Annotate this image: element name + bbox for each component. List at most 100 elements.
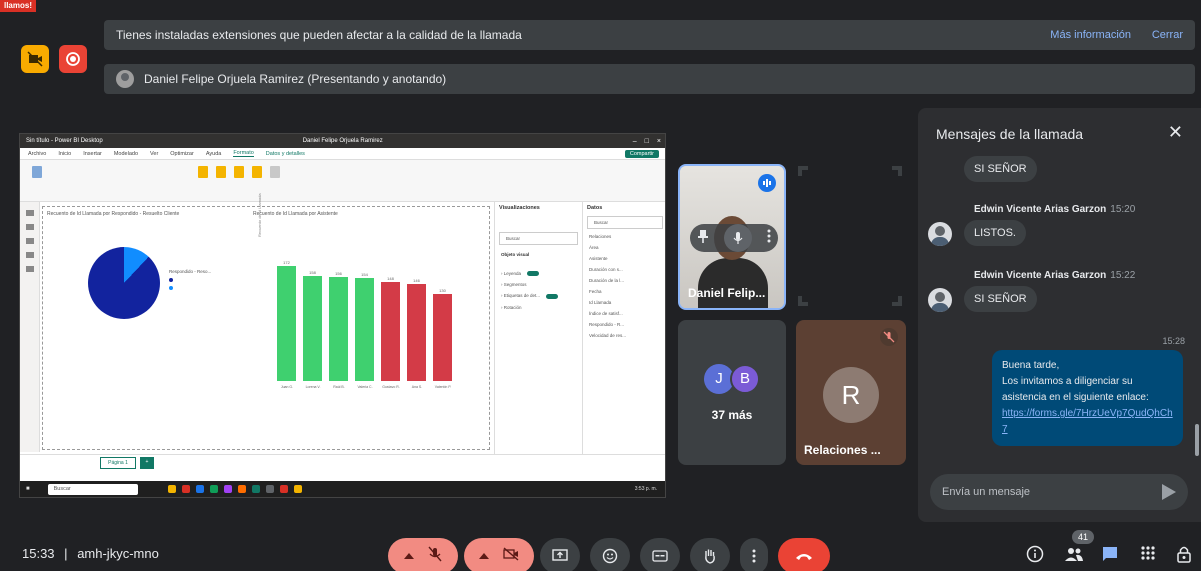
mic-options-chevron-icon[interactable] [404, 553, 414, 559]
pbi-tab[interactable]: Ayuda [206, 151, 222, 157]
captions-button[interactable] [640, 538, 680, 571]
presenter-label: Daniel Felipe Orjuela Ramirez (Presentan… [144, 72, 447, 86]
leave-call-button[interactable] [778, 538, 830, 571]
data-field[interactable]: Relaciones [583, 231, 665, 242]
page-tab[interactable]: Página 1 [100, 457, 136, 469]
chat-author: Edwin Vicente Arias Garzon 15:22 [974, 270, 1136, 281]
data-field[interactable]: Fecha [583, 286, 665, 297]
more-options-button[interactable] [740, 538, 768, 571]
chat-message: SI SEÑOR [964, 156, 1037, 182]
data-pane-title: Datos [587, 205, 603, 211]
data-field[interactable]: Índice de satisf... [583, 308, 665, 319]
more-info-link[interactable]: Más información [1050, 29, 1131, 41]
tile-frame-corner [892, 296, 902, 306]
meeting-details-icon[interactable] [1026, 545, 1044, 568]
pbi-tab[interactable]: Optimizar [170, 151, 194, 157]
bar-3[interactable]: 154 Valeria C. [355, 272, 374, 389]
viz-row[interactable]: › Etiquetas de det... [495, 290, 582, 301]
pbi-tab[interactable]: Datos y detalles [266, 151, 305, 157]
data-search[interactable]: Buscar [587, 216, 663, 229]
chat-message: LISTOS. [964, 220, 1026, 246]
people-icon[interactable] [1064, 545, 1084, 568]
mic-control-group [388, 538, 458, 571]
pbi-share-button[interactable]: Compartir [624, 149, 659, 158]
viz-search[interactable]: Buscar [499, 232, 578, 245]
pbi-tab[interactable]: Ver [150, 151, 158, 157]
send-icon[interactable] [1162, 484, 1176, 500]
pbi-tab-active[interactable]: Formato [233, 150, 254, 157]
chat-message-input[interactable]: Envía un mensaje [930, 474, 1188, 510]
bar-chart[interactable]: 172 Juan G. 158 Lorena V. 156 Raúl B. 154 Valer… [273, 225, 468, 389]
bar-2[interactable]: 156 Raúl B. [329, 271, 348, 389]
muted-mic-icon [880, 328, 898, 346]
pbi-left-nav [20, 202, 40, 452]
mute-participant-mic-icon[interactable] [723, 224, 752, 252]
tile-controls [690, 224, 778, 252]
pbi-tab[interactable]: Insertar [83, 151, 102, 157]
more-participants-label: 37 más [711, 408, 753, 422]
data-field[interactable]: Id Llamada [583, 297, 665, 308]
camera-options-chevron-icon[interactable] [479, 553, 489, 559]
pbi-ribbon-tabs: Archivo Inicio Insertar Modelado Ver Opt… [20, 148, 665, 160]
ribbon-icon [234, 166, 244, 178]
raise-hand-button[interactable] [690, 538, 730, 571]
viz-row[interactable]: › Rotación [495, 302, 582, 313]
participant-tile-relaciones[interactable]: R Relaciones ... [796, 320, 906, 465]
presenter-banner: Daniel Felipe Orjuela Ramirez (Presentan… [104, 64, 1195, 94]
data-field[interactable]: Duración con s... [583, 264, 665, 275]
recording-icon[interactable] [59, 45, 87, 73]
bar-1[interactable]: 158 Lorena V. [303, 270, 322, 389]
ribbon-icon [270, 166, 280, 178]
data-field[interactable]: Velocidad de res... [583, 330, 665, 341]
chat-close-icon[interactable]: ✕ [1168, 122, 1183, 143]
meeting-info: 15:33 | amh-jkyc-mno [22, 546, 159, 561]
more-options-icon[interactable] [767, 229, 771, 248]
shared-screen[interactable]: Sin título - Power BI Desktop Daniel Fel… [19, 133, 666, 498]
bar-5[interactable]: 146 Ana S. [407, 278, 426, 389]
pbi-tab[interactable]: Archivo [28, 151, 46, 157]
pin-icon[interactable] [697, 229, 709, 248]
chat-scrollbar[interactable] [1195, 424, 1199, 456]
bar-6[interactable]: 130 Valentín P. [433, 288, 452, 389]
present-screen-button[interactable] [540, 538, 580, 571]
pbi-tab[interactable]: Modelado [114, 151, 138, 157]
taskbar-search[interactable]: Buscar [47, 483, 138, 495]
bar-0[interactable]: 172 Juan G. [277, 260, 296, 389]
bar-4[interactable]: 148 Gustavo R. [381, 276, 400, 389]
speaking-indicator-icon [758, 174, 776, 192]
ribbon-icon [32, 166, 42, 178]
viz-row[interactable]: › Leyenda [495, 268, 582, 279]
ribbon-icon [198, 166, 208, 178]
chat-icon[interactable] [1101, 545, 1119, 568]
notice-close-button[interactable]: Cerrar [1152, 29, 1183, 41]
bar-value-label: 172 [283, 260, 290, 265]
pbi-tab[interactable]: Inicio [58, 151, 71, 157]
form-link[interactable]: https://forms.gle/7HrzUeVp7QudQhCh7 [1002, 408, 1173, 435]
pie-chart[interactable] [88, 247, 160, 319]
mic-off-icon[interactable] [428, 546, 442, 567]
taskbar-apps [167, 485, 302, 493]
bar-chart-title: Recuento de Id Llamada por Asistente [253, 211, 338, 217]
bar-category-label: Lorena V. [305, 385, 321, 389]
pbi-user: Daniel Felipe Orjuela Ramirez [302, 138, 383, 144]
data-field[interactable]: Respondido - R... [583, 319, 665, 330]
report-canvas[interactable]: Recuento de Id Llamada por Respondido - … [42, 193, 490, 450]
data-field[interactable]: Asistente [583, 253, 665, 264]
data-field[interactable]: Duración de la l... [583, 275, 665, 286]
video-person-body [698, 258, 768, 308]
activities-icon[interactable] [1140, 545, 1156, 566]
camera-off-button-icon[interactable] [503, 546, 519, 566]
pbi-window-title: Sin título - Power BI Desktop [26, 138, 103, 144]
participant-tile-daniel[interactable]: Daniel Felip... [678, 164, 786, 310]
viz-tab[interactable]: Objeto visual [495, 249, 582, 260]
bar-category-label: Valeria C. [357, 385, 373, 389]
emoji-reaction-button[interactable] [590, 538, 630, 571]
data-field[interactable]: Área [583, 242, 665, 253]
add-page-button[interactable]: + [140, 457, 154, 469]
windows-start-icon[interactable]: ■ [26, 486, 30, 492]
chat-panel: Mensajes de la llamada ✕ SI SEÑOR Edwin … [918, 108, 1201, 522]
camera-off-icon[interactable] [21, 45, 49, 73]
host-controls-icon[interactable] [1176, 545, 1192, 568]
more-participants-tile[interactable]: J B 37 más [678, 320, 786, 465]
viz-row[interactable]: › Segmentos [495, 279, 582, 290]
